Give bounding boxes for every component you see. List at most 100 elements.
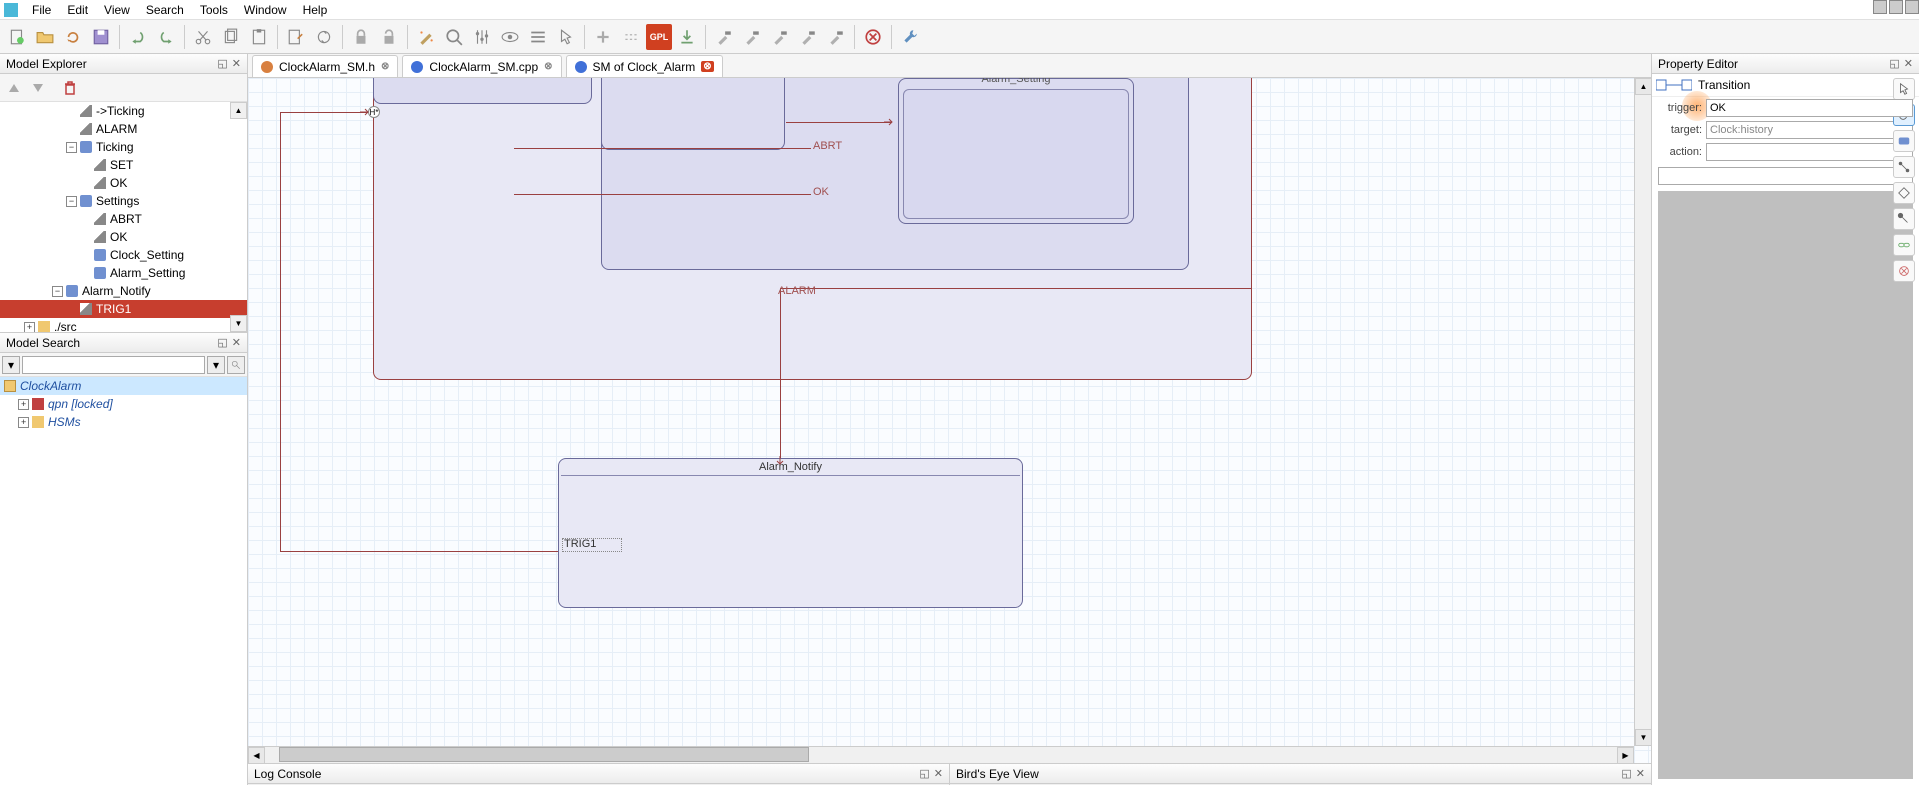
save-button[interactable] — [88, 24, 114, 50]
menu-edit[interactable]: Edit — [59, 1, 96, 19]
menu-window[interactable]: Window — [236, 1, 295, 19]
pointer-button[interactable] — [553, 24, 579, 50]
redo-button[interactable] — [153, 24, 179, 50]
diagram-scroll-vertical[interactable]: ▲ ▼ — [1634, 78, 1651, 746]
stop-x-button[interactable] — [860, 24, 886, 50]
magic-button[interactable] — [413, 24, 439, 50]
trans-alarm[interactable] — [780, 288, 781, 463]
tree-item---ticking[interactable]: ->Ticking — [0, 102, 247, 120]
tree-scroll-down[interactable]: ▼ — [230, 315, 247, 332]
gpl-button[interactable]: GPL — [646, 24, 672, 50]
dash-button[interactable] — [618, 24, 644, 50]
tool-link[interactable] — [1893, 234, 1915, 256]
paste-button[interactable] — [246, 24, 272, 50]
undo-button[interactable] — [125, 24, 151, 50]
list-button[interactable] — [525, 24, 551, 50]
tree-item---src[interactable]: +./src — [0, 318, 247, 332]
tab-clockalarm-sm-cpp[interactable]: ClockAlarm_SM.cpp⊗ — [402, 55, 561, 77]
prop-close-icon[interactable]: ✕ — [1904, 57, 1913, 70]
sliders-button[interactable] — [469, 24, 495, 50]
trans-to-alarm-setting[interactable] — [786, 122, 891, 123]
tree-item-alarm-notify[interactable]: −Alarm_Notify — [0, 282, 247, 300]
window-close[interactable] — [1905, 0, 1919, 14]
tree-item-settings[interactable]: −Settings — [0, 192, 247, 210]
tree-item-abrt[interactable]: ABRT — [0, 210, 247, 228]
tool-choice[interactable] — [1893, 182, 1915, 204]
expander-icon[interactable]: + — [18, 417, 29, 428]
tab-clockalarm-sm-h[interactable]: ClockAlarm_SM.h⊗ — [252, 55, 398, 77]
tree-item-set[interactable]: SET — [0, 156, 247, 174]
expander-icon[interactable]: − — [66, 196, 77, 207]
open-folder-button[interactable] — [32, 24, 58, 50]
search-item-qpn--locked-[interactable]: +qpn [locked] — [0, 395, 247, 413]
cut-button[interactable] — [190, 24, 216, 50]
tree-item-alarm-setting[interactable]: Alarm_Setting — [0, 264, 247, 282]
prop-text-field[interactable] — [1658, 167, 1913, 185]
tab-sm-of-clock-alarm[interactable]: SM of Clock_Alarm⊗ — [566, 55, 723, 77]
log-close-icon[interactable]: ✕ — [934, 767, 943, 780]
scroll-right-arrow[interactable]: ▶ — [1617, 747, 1634, 763]
nav-down-icon[interactable] — [30, 80, 46, 96]
trans-ok[interactable] — [514, 194, 811, 195]
prop-action-input[interactable] — [1706, 143, 1913, 161]
delete-icon[interactable] — [62, 80, 78, 96]
menu-file[interactable]: File — [24, 1, 59, 19]
new-file-button[interactable] — [4, 24, 30, 50]
state-alarm-notify[interactable]: Alarm_Notify — [558, 458, 1023, 608]
hammer4-button[interactable] — [795, 24, 821, 50]
expander-icon[interactable]: − — [52, 286, 63, 297]
search-input[interactable] — [22, 356, 205, 374]
scroll-down-arrow[interactable]: ▼ — [1635, 729, 1651, 746]
tree-item-clock-setting[interactable]: Clock_Setting — [0, 246, 247, 264]
menu-view[interactable]: View — [96, 1, 138, 19]
scroll-left-arrow[interactable]: ◀ — [248, 747, 265, 763]
diagram-scroll-horizontal[interactable]: ◀ ▶ — [248, 746, 1634, 763]
edit-doc-button[interactable] — [283, 24, 309, 50]
state-alarm-setting[interactable]: Alarm_Setting — [898, 78, 1134, 224]
tree-item-alarm[interactable]: ALARM — [0, 120, 247, 138]
birds-close-icon[interactable]: ✕ — [1636, 767, 1645, 780]
explorer-tree[interactable]: ▲ ▼ ->TickingALARM−TickingSETOK−Settings… — [0, 102, 247, 332]
reload-button[interactable] — [60, 24, 86, 50]
expander-icon[interactable]: + — [18, 399, 29, 410]
tool-stop[interactable] — [1893, 260, 1915, 282]
nav-up-icon[interactable] — [6, 80, 22, 96]
trans-into-history[interactable] — [280, 112, 368, 113]
prop-dock-icon[interactable]: ◱ — [1889, 57, 1899, 70]
menu-search[interactable]: Search — [138, 1, 192, 19]
search-dropdown-button[interactable]: ▾ — [207, 356, 225, 374]
hammer2-button[interactable] — [739, 24, 765, 50]
hammer3-button[interactable] — [767, 24, 793, 50]
tab-close-icon[interactable]: ⊗ — [544, 61, 552, 72]
search-go-button[interactable] — [227, 356, 245, 374]
tree-scroll-up[interactable]: ▲ — [230, 102, 247, 119]
search-dock-icon[interactable]: ◱ — [217, 336, 227, 349]
tree-item-ok[interactable]: OK — [0, 228, 247, 246]
unlock-button[interactable] — [376, 24, 402, 50]
eye-button[interactable] — [497, 24, 523, 50]
tree-item-ticking[interactable]: −Ticking — [0, 138, 247, 156]
window-maximize[interactable] — [1889, 0, 1903, 14]
zoom-button[interactable] — [441, 24, 467, 50]
search-close-icon[interactable]: ✕ — [232, 336, 241, 349]
state-clock-setting[interactable] — [601, 78, 785, 150]
window-minimize[interactable] — [1873, 0, 1887, 14]
tree-item-ok[interactable]: OK — [0, 174, 247, 192]
explorer-dock-icon[interactable]: ◱ — [217, 57, 227, 70]
tool-pointer[interactable] — [1893, 78, 1915, 100]
tool-transition[interactable] — [1893, 156, 1915, 178]
search-item-hsms[interactable]: +HSMs — [0, 413, 247, 431]
prop-trigger-input[interactable] — [1706, 99, 1913, 117]
trans-abrt[interactable] — [514, 148, 811, 149]
hammer1-button[interactable] — [711, 24, 737, 50]
download-button[interactable] — [674, 24, 700, 50]
tool-state[interactable] — [1893, 130, 1915, 152]
tool-initial[interactable] — [1893, 208, 1915, 230]
search-item-clockalarm[interactable]: ClockAlarm — [0, 377, 247, 395]
search-opt-button[interactable]: ▾ — [2, 356, 20, 374]
plus-button[interactable] — [590, 24, 616, 50]
prop-target-input[interactable] — [1706, 121, 1913, 139]
lock-button[interactable] — [348, 24, 374, 50]
birds-dock-icon[interactable]: ◱ — [1621, 767, 1631, 780]
expander-icon[interactable]: + — [24, 322, 35, 333]
